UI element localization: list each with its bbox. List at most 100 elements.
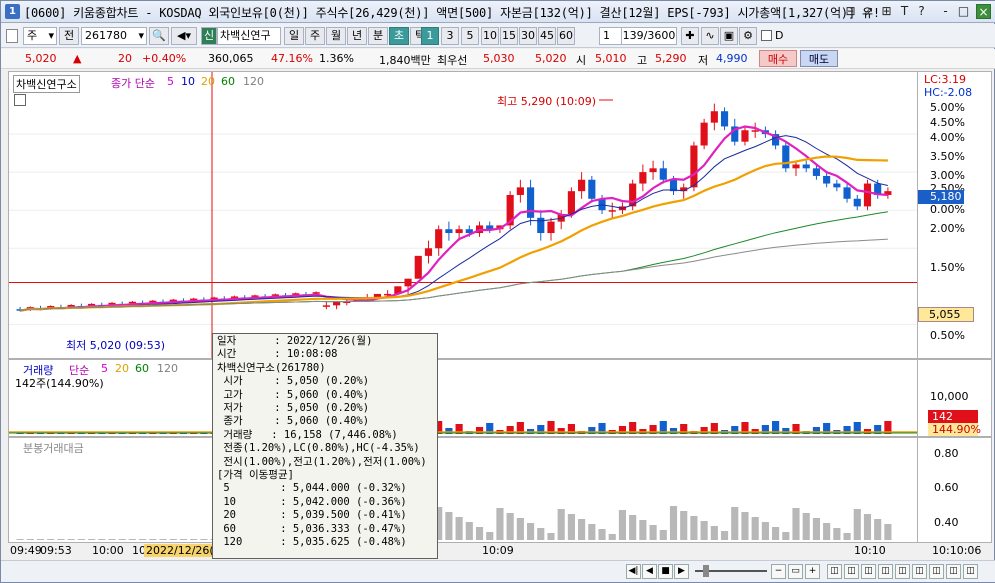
- vol-legend-ma60: 60: [135, 362, 149, 375]
- search-icon[interactable]: 🔍: [149, 27, 169, 45]
- stock-name-field[interactable]: 차백신연구: [217, 27, 281, 45]
- minimize-icon[interactable]: -: [938, 4, 953, 19]
- zoom-reset-icon[interactable]: ▭: [788, 564, 803, 579]
- volume-panel[interactable]: 거래량 단순 5 20 60 120 142주(144.90%): [8, 359, 918, 437]
- sell-button[interactable]: 매도: [800, 50, 838, 67]
- tooltip-line: 전시(1.00%),전고(1.20%),전저(1.00%): [217, 455, 427, 468]
- amount-bar: [98, 539, 106, 540]
- quote-row: 5,020 ▲ 20 +0.40% 360,065 47.16% 1.36% 1…: [1, 49, 995, 69]
- candle-body: [823, 175, 831, 184]
- scroll-stop-icon[interactable]: ■: [658, 564, 673, 579]
- tile-icon[interactable]: ⊞: [879, 4, 894, 19]
- scroll-bar[interactable]: ◀| ◀ ■ ▶ − ▭ + ◫ ◫ ◫ ◫ ◫ ◫ ◫ ◫ ◫: [1, 560, 995, 582]
- x-label: 10:00: [92, 544, 124, 557]
- candle-body: [424, 248, 433, 256]
- price-chart-panel[interactable]: 차백신연구소 종가 단순 5 10 20 60 120 최고 5,290 (10…: [8, 71, 918, 359]
- font-icon[interactable]: T: [897, 4, 912, 19]
- current-price-tag: 5,180: [918, 190, 964, 204]
- interval-45[interactable]: 45: [538, 27, 556, 45]
- interval-15[interactable]: 15: [500, 27, 518, 45]
- interval-3[interactable]: 3: [441, 27, 459, 45]
- grid-icon[interactable]: [6, 29, 18, 43]
- view-4-icon[interactable]: ◫: [878, 564, 893, 579]
- amount-bar: [465, 522, 473, 540]
- view-2-icon[interactable]: ◫: [844, 564, 859, 579]
- drawing-icon[interactable]: ∿: [701, 27, 719, 45]
- help-icon[interactable]: ?: [914, 4, 929, 19]
- crosshair-icon[interactable]: ✚: [681, 27, 699, 45]
- popout-icon[interactable]: ⇗: [861, 4, 876, 19]
- save-icon[interactable]: ▣: [720, 27, 738, 45]
- tab-second[interactable]: 초: [389, 27, 409, 45]
- amount-bar: [629, 515, 637, 540]
- scroll-handle[interactable]: [703, 565, 709, 577]
- view-6-icon[interactable]: ◫: [912, 564, 927, 579]
- zoom-out-icon[interactable]: −: [771, 564, 786, 579]
- amount-bar: [36, 539, 45, 540]
- d-checkbox[interactable]: [761, 30, 772, 41]
- view-9-icon[interactable]: ◫: [963, 564, 978, 579]
- candle-body: [700, 122, 708, 146]
- interval-30[interactable]: 30: [519, 27, 537, 45]
- x-label: 10:09: [482, 544, 514, 557]
- scroll-next-icon[interactable]: ▶: [674, 564, 689, 579]
- legend-ma-type: 종가 단순: [111, 77, 155, 90]
- layout-icon[interactable]: ⊟: [843, 4, 858, 19]
- open-price: 5,010: [595, 52, 627, 65]
- amount-bar: [802, 513, 810, 540]
- view-3-icon[interactable]: ◫: [861, 564, 876, 579]
- amount-bar: [26, 539, 34, 540]
- interval-60[interactable]: 60: [557, 27, 575, 45]
- low-label: 저: [698, 54, 709, 67]
- interval-10[interactable]: 10: [481, 27, 499, 45]
- stock-code-input[interactable]: 261780 ▾: [81, 27, 147, 45]
- prev-button[interactable]: 전: [59, 27, 79, 45]
- interval-5[interactable]: 5: [461, 27, 479, 45]
- scroll-prev-icon[interactable]: ◀: [642, 564, 657, 579]
- amount-bar: [118, 539, 126, 540]
- tab-minute[interactable]: 분: [368, 27, 388, 45]
- candle-body: [843, 187, 851, 199]
- tab-day[interactable]: 일: [284, 27, 304, 45]
- title-bar[interactable]: 1 [0600] 키움종합차트 - KOSDAQ 외국인보유[0(천)] 주식수…: [1, 1, 995, 23]
- close-icon[interactable]: ×: [976, 4, 991, 19]
- change-rate: +0.40%: [142, 52, 187, 65]
- tab-year[interactable]: 년: [347, 27, 367, 45]
- interval-1[interactable]: 1: [421, 27, 439, 45]
- tooltip-line: 일자 : 2022/12/26(월): [217, 335, 373, 347]
- gear-icon[interactable]: ⚙: [739, 27, 757, 45]
- candle-body: [567, 191, 575, 214]
- period-select[interactable]: 주 ▾: [23, 27, 57, 45]
- legend-ma5: 5: [167, 75, 174, 88]
- amount-bar: [139, 539, 147, 540]
- scroll-first-icon[interactable]: ◀|: [626, 564, 641, 579]
- buy-button[interactable]: 매수: [759, 50, 797, 67]
- current-price: 5,020: [25, 52, 57, 65]
- view-7-icon[interactable]: ◫: [929, 564, 944, 579]
- best-bid: 5,020: [535, 52, 567, 65]
- view-5-icon[interactable]: ◫: [895, 564, 910, 579]
- maximize-icon[interactable]: □: [956, 4, 971, 19]
- amount-chart-svg[interactable]: [9, 438, 917, 542]
- volume-value: 360,065: [208, 52, 254, 65]
- tab-month[interactable]: 월: [326, 27, 346, 45]
- amount-bar: [659, 530, 667, 540]
- speaker-icon[interactable]: ◀▾: [171, 27, 197, 45]
- price-chart-svg[interactable]: [9, 72, 917, 358]
- view-8-icon[interactable]: ◫: [946, 564, 961, 579]
- candle-body: [792, 164, 800, 169]
- zoom-in-icon[interactable]: +: [805, 564, 820, 579]
- best-ask: 5,030: [483, 52, 515, 65]
- amount-bar: [159, 539, 167, 540]
- table-icon[interactable]: [14, 94, 26, 106]
- tooltip-line: 20 : 5,039.500 (-0.41%): [217, 509, 407, 522]
- amount-bar: [618, 510, 627, 540]
- amount-bar: [77, 539, 85, 540]
- tab-week[interactable]: 주: [305, 27, 325, 45]
- amount-panel[interactable]: 분봉거래대금: [8, 437, 918, 543]
- candle-body: [404, 278, 412, 287]
- view-1-icon[interactable]: ◫: [827, 564, 842, 579]
- tooltip-line: 시가 : 5,050 (0.20%): [217, 375, 370, 388]
- candle-body: [812, 168, 821, 176]
- candle-body: [608, 210, 616, 212]
